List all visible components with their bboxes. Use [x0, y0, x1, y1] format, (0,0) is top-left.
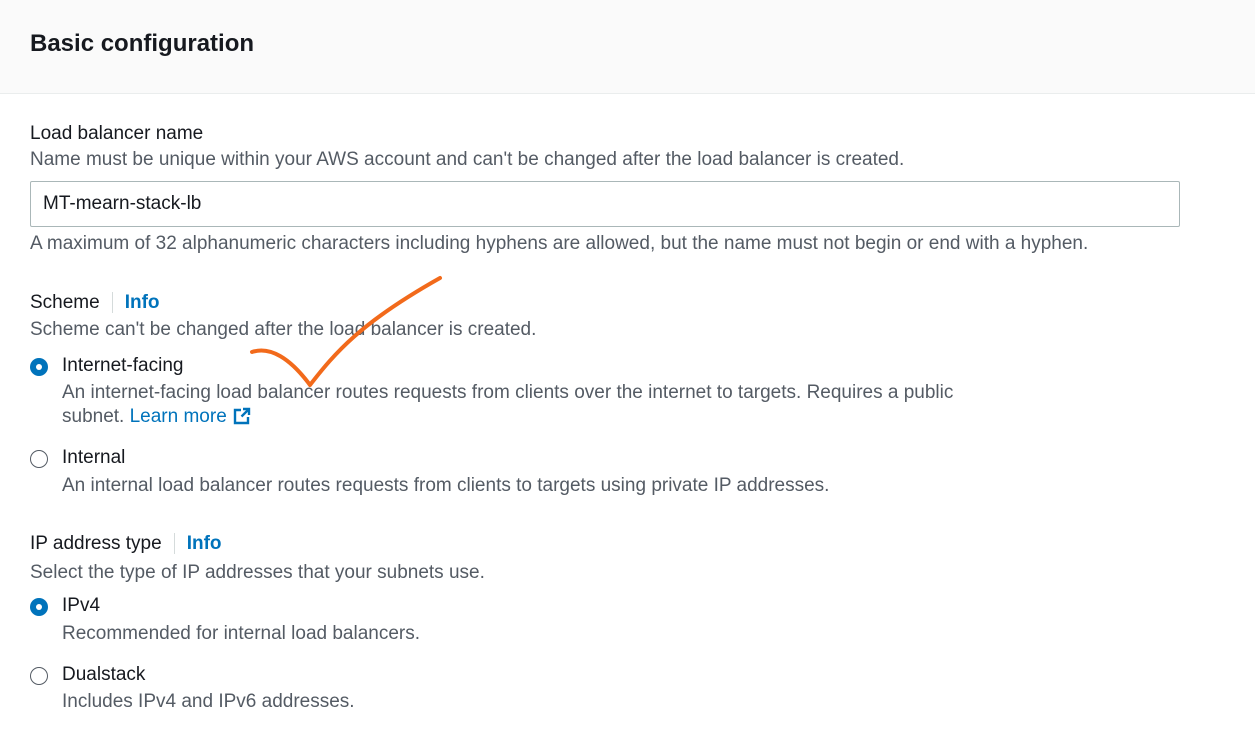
- option-internal-label[interactable]: Internal: [62, 446, 125, 470]
- option-internet-facing-description-2: subnet. Learn more: [62, 405, 251, 429]
- option-internet-facing-label[interactable]: Internet-facing: [62, 354, 183, 378]
- radio-ipv4[interactable]: [30, 598, 48, 616]
- radio-internal[interactable]: [30, 450, 48, 468]
- option-dualstack-description: Includes IPv4 and IPv6 addresses.: [62, 691, 355, 712]
- section-title: Basic configuration: [30, 30, 255, 57]
- ip-type-heading: IP address type Info: [30, 532, 222, 556]
- section-header: Basic configuration: [0, 0, 1255, 94]
- lb-name-constraint: A maximum of 32 alphanumeric characters …: [30, 233, 1089, 254]
- learn-more-link[interactable]: Learn more: [130, 406, 251, 427]
- option-ipv4-description: Recommended for internal load balancers.: [62, 623, 421, 644]
- ip-type-description: Select the type of IP addresses that you…: [30, 562, 485, 583]
- learn-more-label[interactable]: Learn more: [130, 406, 227, 427]
- radio-dualstack[interactable]: [30, 667, 48, 685]
- scheme-heading: Scheme Info: [30, 291, 160, 315]
- lb-name-input[interactable]: [30, 181, 1180, 227]
- scheme-info-link[interactable]: Info: [111, 292, 160, 313]
- scheme-description: Scheme can't be changed after the load b…: [30, 319, 537, 340]
- lb-name-label: Load balancer name: [30, 123, 204, 144]
- subnet-text: subnet.: [62, 406, 125, 427]
- option-internal-description: An internal load balancer routes request…: [62, 475, 830, 496]
- option-ipv4-label[interactable]: IPv4: [62, 594, 100, 618]
- option-dualstack-label[interactable]: Dualstack: [62, 663, 145, 687]
- option-internet-facing-description: An internet-facing load balancer routes …: [62, 382, 954, 403]
- external-link-icon[interactable]: [233, 407, 251, 425]
- scheme-label: Scheme: [30, 292, 100, 313]
- radio-internet-facing[interactable]: [30, 358, 48, 376]
- ip-type-info-link[interactable]: Info: [173, 533, 222, 554]
- ip-type-label: IP address type: [30, 533, 162, 554]
- lb-name-description: Name must be unique within your AWS acco…: [30, 149, 905, 170]
